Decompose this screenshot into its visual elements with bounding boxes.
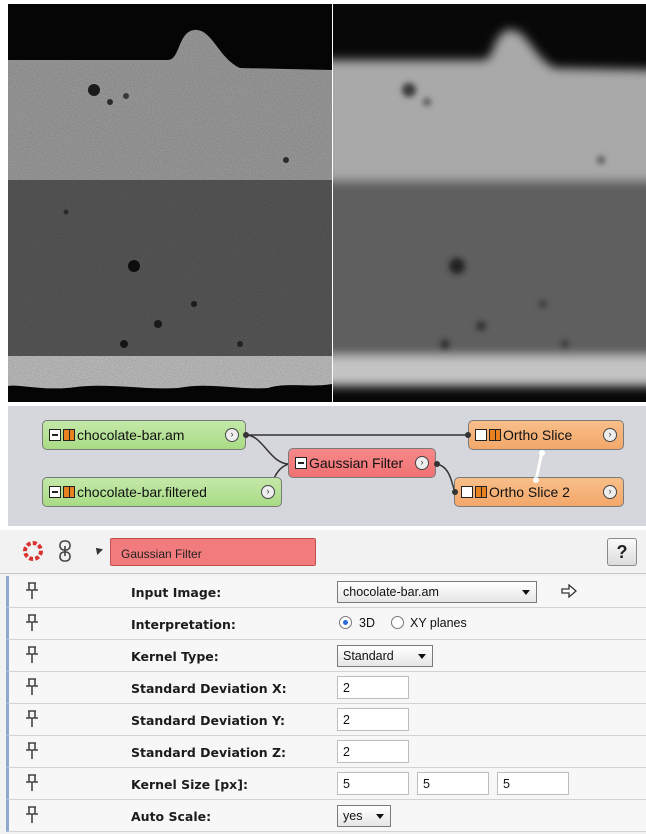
checkbox-icon[interactable]: [475, 429, 487, 441]
kernel-size-z-input[interactable]: 5: [497, 772, 569, 795]
pin-icon[interactable]: [25, 806, 39, 824]
chevron-right-icon[interactable]: ›: [603, 485, 617, 499]
link-port[interactable]: [539, 450, 545, 456]
kernel-size-y-input[interactable]: 5: [417, 772, 489, 795]
property-label: Standard Deviation Z:: [131, 745, 287, 760]
chevron-right-icon[interactable]: ›: [261, 485, 275, 499]
property-row-kernel-size: Kernel Size [px]: 5 5 5: [6, 768, 646, 800]
compute-module-icon: [23, 541, 43, 561]
property-row-auto-scale: Auto Scale: yes: [6, 800, 646, 832]
property-label: Standard Deviation X:: [131, 681, 287, 696]
auto-scale-dropdown[interactable]: yes: [337, 805, 391, 827]
input-image-dropdown[interactable]: chocolate-bar.am: [337, 581, 537, 603]
module-name-field[interactable]: Gaussian Filter: [110, 538, 316, 566]
chevron-right-icon[interactable]: ›: [603, 428, 617, 442]
chevron-down-icon: [522, 590, 530, 595]
pin-icon[interactable]: [25, 742, 39, 760]
chevron-down-icon: [376, 814, 384, 819]
property-row-std-dev-z: Standard Deviation Z: 2: [6, 736, 646, 768]
node-chocolate-bar-filtered[interactable]: chocolate-bar.filtered ›: [42, 477, 282, 507]
property-row-interpretation: Interpretation: 3D XY planes: [6, 608, 646, 640]
std-dev-y-input[interactable]: 2: [337, 708, 409, 731]
dropdown-value: chocolate-bar.am: [343, 585, 439, 599]
property-label: Kernel Size [px]:: [131, 777, 248, 792]
collapse-icon[interactable]: [49, 429, 61, 441]
viewer-3d[interactable]: [0, 0, 646, 406]
dropdown-value: yes: [343, 809, 363, 823]
chevron-right-icon[interactable]: ›: [225, 428, 239, 442]
property-row-std-dev-x: Standard Deviation X: 2: [6, 672, 646, 704]
ortho-slice-view-original[interactable]: [8, 4, 332, 402]
kernel-type-dropdown[interactable]: Standard: [337, 645, 433, 667]
property-row-std-dev-y: Standard Deviation Y: 2: [6, 704, 646, 736]
collapse-icon[interactable]: [49, 486, 61, 498]
node-label: Ortho Slice 2: [489, 484, 570, 500]
std-dev-z-input[interactable]: 2: [337, 740, 409, 763]
properties-panel: Gaussian Filter ? Input Image: chocolate…: [0, 530, 646, 834]
radio-3d[interactable]: [339, 616, 352, 629]
node-label: Ortho Slice: [503, 427, 573, 443]
node-ortho-slice[interactable]: Ortho Slice ›: [468, 420, 624, 450]
kernel-size-x-input[interactable]: 5: [337, 772, 409, 795]
pin-icon[interactable]: [25, 678, 39, 696]
visibility-icon[interactable]: [475, 486, 487, 498]
chain-icon[interactable]: [58, 540, 72, 562]
radio-xy-planes[interactable]: [391, 616, 404, 629]
property-label: Auto Scale:: [131, 809, 212, 824]
project-pool[interactable]: chocolate-bar.am › chocolate-bar.filtere…: [8, 406, 646, 526]
ortho-slice-view-filtered[interactable]: [333, 4, 646, 402]
input-port[interactable]: [452, 489, 458, 495]
node-chocolate-bar-am[interactable]: chocolate-bar.am ›: [42, 420, 246, 450]
output-port[interactable]: [243, 432, 249, 438]
property-row-kernel-type: Kernel Type: Standard: [6, 640, 646, 672]
node-label: Gaussian Filter: [309, 455, 404, 471]
visibility-icon[interactable]: [63, 429, 75, 441]
node-label: chocolate-bar.am: [77, 427, 185, 443]
arrow-right-icon[interactable]: [561, 584, 577, 598]
collapse-icon[interactable]: [295, 457, 307, 469]
node-ortho-slice-2[interactable]: Ortho Slice 2 ›: [454, 477, 624, 507]
dropdown-value: Standard: [343, 649, 394, 663]
pin-icon[interactable]: [25, 774, 39, 792]
property-row-input-image: Input Image: chocolate-bar.am: [6, 576, 646, 608]
radio-label: 3D: [359, 616, 375, 630]
pin-icon[interactable]: [25, 614, 39, 632]
properties-header: Gaussian Filter ?: [0, 530, 646, 574]
property-label: Standard Deviation Y:: [131, 713, 285, 728]
property-label: Interpretation:: [131, 617, 236, 632]
chevron-down-icon: [418, 654, 426, 659]
property-label: Kernel Type:: [131, 649, 219, 664]
pin-icon[interactable]: [25, 582, 39, 600]
node-label: chocolate-bar.filtered: [77, 484, 207, 500]
checkbox-icon[interactable]: [461, 486, 473, 498]
pin-icon[interactable]: [25, 710, 39, 728]
expand-triangle-icon[interactable]: [93, 545, 103, 555]
input-port[interactable]: [465, 432, 471, 438]
output-port[interactable]: [434, 461, 440, 467]
radio-label: XY planes: [410, 616, 467, 630]
pin-icon[interactable]: [25, 646, 39, 664]
node-gaussian-filter[interactable]: Gaussian Filter ›: [288, 448, 436, 478]
visibility-icon[interactable]: [489, 429, 501, 441]
link-port[interactable]: [533, 477, 539, 483]
std-dev-x-input[interactable]: 2: [337, 676, 409, 699]
help-button[interactable]: ?: [607, 538, 637, 566]
visibility-icon[interactable]: [63, 486, 75, 498]
property-label: Input Image:: [131, 585, 222, 600]
chevron-right-icon[interactable]: ›: [415, 456, 429, 470]
